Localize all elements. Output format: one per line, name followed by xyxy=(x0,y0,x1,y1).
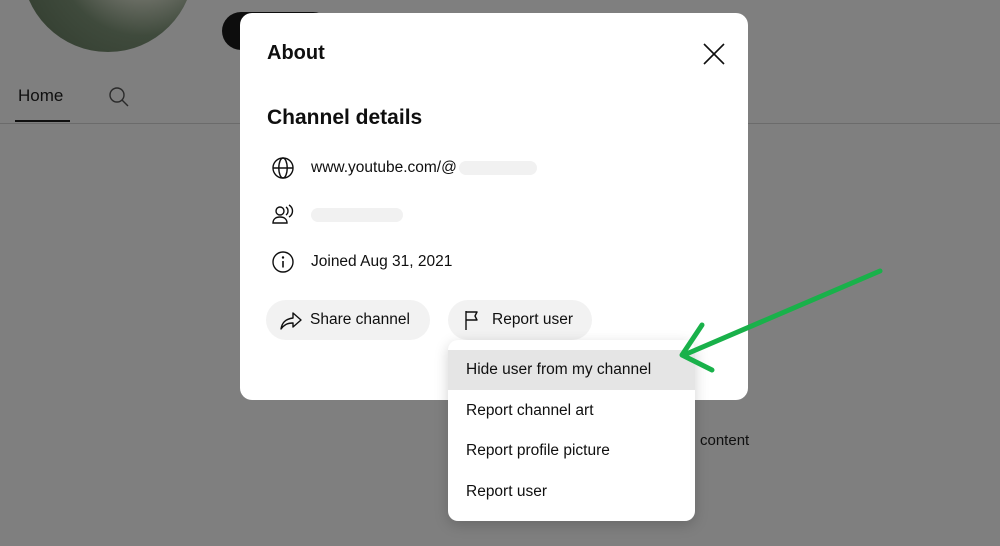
menu-item-report-user[interactable]: Report user xyxy=(448,472,695,512)
menu-item-report-profile-picture[interactable]: Report profile picture xyxy=(448,431,695,471)
report-user-button[interactable]: Report user xyxy=(448,300,592,340)
search-icon[interactable] xyxy=(108,86,130,108)
channel-url-row: www.youtube.com/@ xyxy=(270,155,537,181)
redacted-subscriber-count xyxy=(311,207,403,222)
background-content-text: content xyxy=(700,432,750,449)
report-user-label: Report user xyxy=(492,311,573,328)
menu-item-report-channel-art[interactable]: Report channel art xyxy=(448,391,695,431)
menu-item-hide-user[interactable]: Hide user from my channel xyxy=(448,350,695,390)
dialog-title: About xyxy=(267,42,325,64)
channel-url-text[interactable]: www.youtube.com/@ xyxy=(311,159,457,176)
redacted-handle xyxy=(458,160,537,175)
subscribers-icon xyxy=(270,202,296,228)
joined-row: Joined Aug 31, 2021 xyxy=(270,249,452,275)
report-menu: Hide user from my channel Report channel… xyxy=(448,340,695,521)
flag-icon xyxy=(460,307,486,333)
share-channel-button[interactable]: Share channel xyxy=(266,300,430,340)
channel-avatar xyxy=(22,0,194,52)
close-icon[interactable] xyxy=(700,40,728,68)
tab-home[interactable]: Home xyxy=(18,86,63,106)
share-channel-label: Share channel xyxy=(310,311,410,328)
globe-icon xyxy=(270,155,296,181)
share-icon xyxy=(278,307,304,333)
info-icon xyxy=(270,249,296,275)
tab-home-underline xyxy=(15,120,70,122)
subscribers-row xyxy=(270,202,403,228)
channel-details-heading: Channel details xyxy=(267,106,423,129)
joined-date-text: Joined Aug 31, 2021 xyxy=(311,253,453,270)
